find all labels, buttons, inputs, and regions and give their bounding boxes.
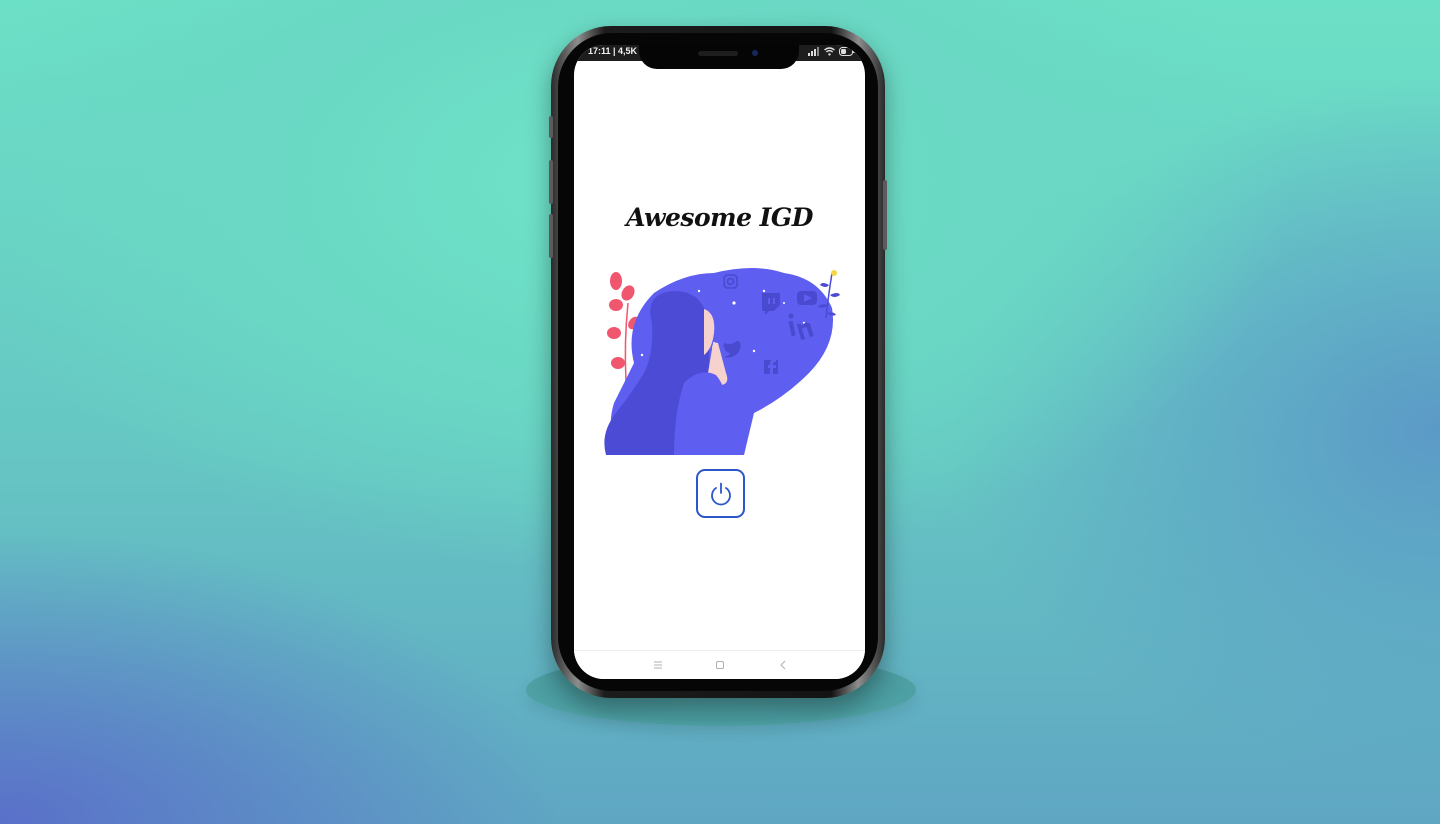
camera-notch (639, 45, 799, 69)
battery-icon (839, 47, 855, 56)
phone-side-button (883, 180, 887, 250)
nav-menu-button[interactable] (648, 657, 668, 673)
wifi-icon (824, 47, 835, 56)
power-button[interactable] (696, 469, 745, 518)
facebook-icon (764, 360, 778, 374)
home-square-icon (716, 661, 724, 669)
android-navigation-bar (574, 650, 865, 679)
phone-side-button (549, 214, 553, 258)
social-media-illustration (604, 268, 840, 455)
earpiece-speaker (698, 51, 738, 56)
phone-screen: 17:11 | 4,5K Awesome IGD (574, 45, 865, 679)
back-chevron-icon (780, 660, 786, 670)
phone-side-button (549, 116, 553, 138)
signal-icon (808, 47, 819, 56)
status-bar: 17:11 | 4,5K (574, 45, 865, 69)
nav-home-button[interactable] (710, 657, 730, 673)
status-time: 17:11 | 4,5K (588, 46, 638, 56)
front-camera (752, 50, 758, 56)
app-title: Awesome IGD (626, 203, 813, 232)
nav-back-button[interactable] (773, 657, 793, 673)
phone-side-button (549, 160, 553, 204)
power-icon (710, 482, 731, 505)
youtube-icon (797, 291, 817, 305)
menu-icon (654, 661, 662, 669)
status-icons (808, 47, 855, 56)
